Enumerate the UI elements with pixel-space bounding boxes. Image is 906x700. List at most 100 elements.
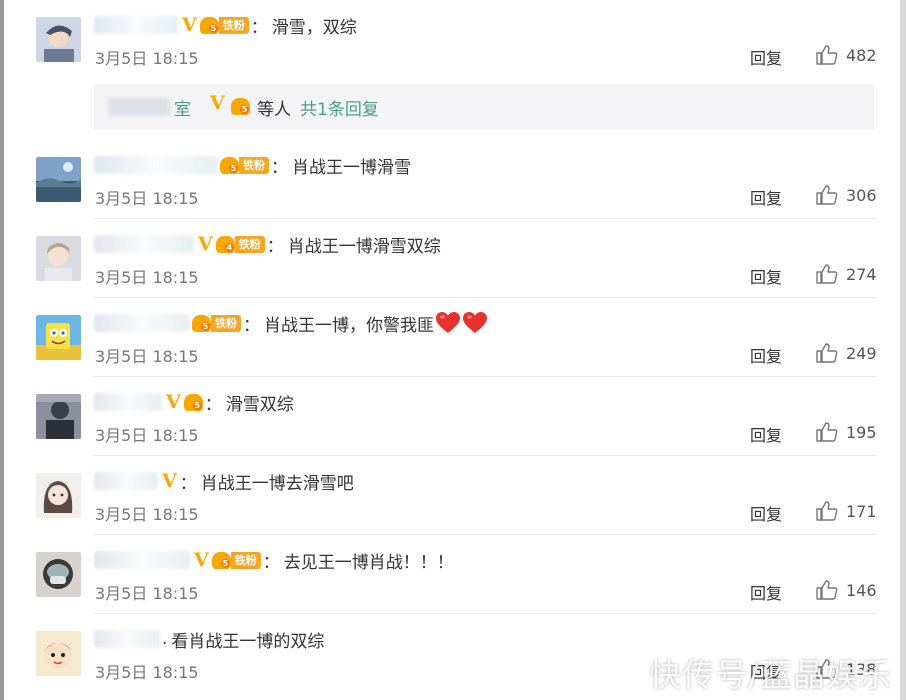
comment-time: 3月5日 18:15 [95,426,199,445]
thumbs-up-icon [816,422,838,442]
comment-time: 3月5日 18:15 [95,189,199,208]
comment-text: 滑雪，双综 [271,17,357,38]
username-blurred[interactable] [94,472,158,490]
avatar[interactable] [36,631,81,676]
comment-header: 5 铁粉 ： 肖战王一博滑雪 [94,152,411,178]
comment-header: V 5 铁粉 ： 去见王一博肖战！！！ [94,547,454,573]
reply-username-tail[interactable]: 室 [174,95,191,120]
reply-button[interactable]: 回复 [750,343,782,367]
comment-item: V 5 铁粉 ： 滑雪，双综 3月5日 18:15 回复 482 [0,0,900,79]
thumbs-up-icon [816,501,838,521]
avatar[interactable] [36,394,81,439]
verified-v-icon: V [194,548,209,571]
comment-text: 肖战王一博滑雪 [292,157,411,178]
like-count: 274 [846,264,877,284]
thumbs-up-icon [816,264,838,284]
comment-item: 5 铁粉 ： 肖战王一博，你警我匪 3月5日 18:15 回复 249 [0,298,900,377]
like-count: 195 [846,422,877,442]
colon: ： [179,473,197,494]
level-badge-icon: 5 [220,156,239,174]
reply-button[interactable]: 回复 [750,45,782,69]
avatar[interactable] [36,473,81,518]
thumbs-up-icon [816,343,838,363]
like-button[interactable]: 482 [816,44,877,66]
thumbs-up-icon [816,580,838,600]
screenshot-frame-right [900,0,906,700]
verified-v-icon: V [210,92,225,114]
reply-button[interactable]: 回复 [750,185,782,209]
like-button[interactable]: 274 [816,263,877,285]
comment-item: V ： 肖战王一博去滑雪吧 3月5日 18:15 回复 171 [0,456,900,535]
username-blurred[interactable] [94,314,190,332]
colon: ： [243,315,260,336]
like-count: 482 [846,45,877,65]
colon: ： [204,394,222,415]
fan-badge: 铁粉 [211,314,241,332]
username-blurred[interactable] [94,235,194,253]
comment-header: V 5 ： 滑雪双综 [94,389,294,415]
colon: ： [250,17,268,38]
like-button[interactable]: 171 [816,500,877,522]
fan-badge: 铁粉 [230,551,261,569]
reply-button[interactable]: 回复 [750,580,782,604]
comment-time: 3月5日 18:15 [95,584,199,603]
reply-button[interactable]: 回复 [750,422,782,446]
fan-badge: 铁粉 [218,16,249,34]
like-count: 146 [846,580,877,600]
level-badge-icon: 5 [199,16,219,34]
comment-item: 5 铁粉 ： 肖战王一博滑雪 3月5日 18:15 回复 306 [0,140,900,219]
fan-badge: 铁粉 [239,156,269,174]
like-button[interactable]: 195 [816,421,877,443]
heart-emoji-icon [463,312,487,333]
avatar[interactable] [36,315,81,360]
colon: ： [262,552,280,573]
comment-header: . 看肖战王一博的双综 [94,626,324,652]
comment-header: V ： 肖战王一博去滑雪吧 [94,468,354,494]
username-blurred[interactable] [94,630,160,648]
watermark: 快传号/蓝晶娱乐 [649,656,892,694]
username-blurred[interactable] [94,393,162,411]
comment-time: 3月5日 18:15 [95,49,199,68]
level-badge-icon: 4 [215,235,235,253]
colon: ： [271,157,288,178]
username-blurred [108,98,170,116]
comment-text: 肖战王一博去滑雪吧 [200,473,354,494]
comment-text: 看肖战王一博的双综 [171,631,325,652]
verified-v-icon: V [198,232,213,255]
avatar[interactable] [36,552,81,597]
comment-header: V 5 铁粉 ： 滑雪，双综 [94,12,357,38]
level-badge-icon: 5 [211,551,231,569]
avatar[interactable] [36,17,81,62]
comment-item: V 4 铁粉 ： 肖战王一博滑雪双综 3月5日 18:15 回复 274 [0,219,900,298]
like-count: 306 [846,185,877,205]
avatar[interactable] [36,236,81,281]
verified-v-icon: V [166,390,181,413]
thumbs-up-icon [816,185,838,205]
username-blurred[interactable] [94,16,178,34]
username-blurred[interactable] [94,551,190,569]
heart-emoji-icon [436,312,460,333]
thumbs-up-icon [816,45,838,65]
comment-item: V 5 ： 滑雪双综 3月5日 18:15 回复 195 [0,377,900,456]
like-button[interactable]: 306 [816,184,877,206]
comment-header: 5 铁粉 ： 肖战王一博，你警我匪 [94,310,488,336]
avatar[interactable] [36,157,81,202]
comment-time: 3月5日 18:15 [95,663,199,682]
like-button[interactable]: 146 [816,579,877,601]
comment-text: 去见王一博肖战！！！ [283,552,454,573]
like-count: 171 [846,501,877,521]
colon: . [162,629,168,649]
sub-reply-summary[interactable]: 室 V 5 等人 共1条回复 [94,84,874,130]
comment-text: 滑雪双综 [225,394,294,415]
like-button[interactable]: 249 [816,342,877,364]
fan-badge: 铁粉 [234,235,265,253]
comment-text: 肖战王一博，你警我匪 [264,315,434,336]
comment-text: 肖战王一博滑雪双综 [287,236,441,257]
reply-button[interactable]: 回复 [750,501,782,525]
view-replies-link[interactable]: 共1条回复 [300,95,379,120]
level-badge-icon: 5 [231,98,250,115]
verified-v-icon: V [182,13,197,36]
reply-button[interactable]: 回复 [750,264,782,288]
username-blurred[interactable] [94,156,218,174]
like-count: 249 [846,343,877,363]
